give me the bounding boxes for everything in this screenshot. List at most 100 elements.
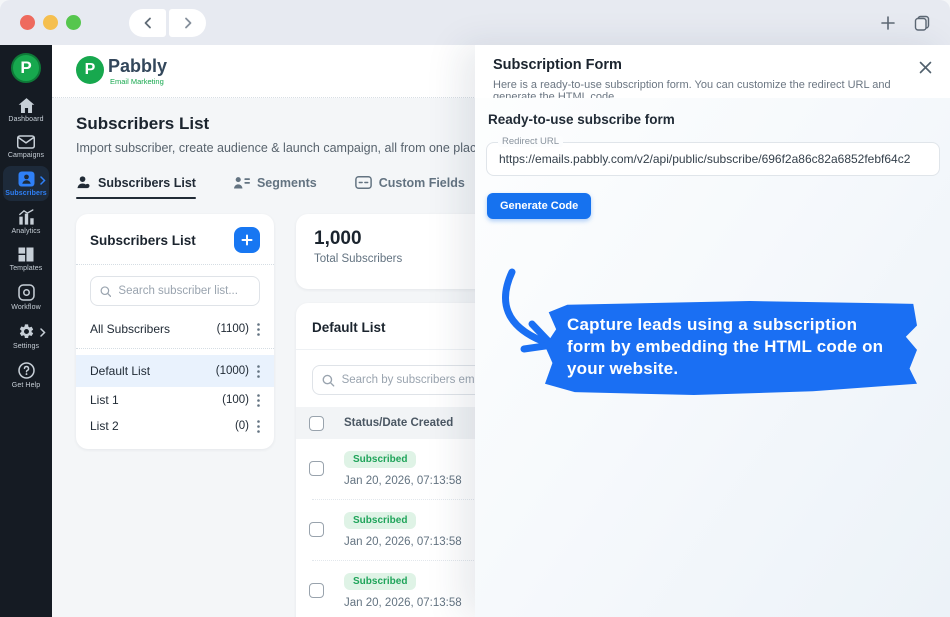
section-title: Ready-to-use subscribe form [488, 112, 940, 127]
row-checkbox[interactable] [309, 522, 324, 537]
browser-back-button[interactable] [129, 9, 166, 37]
tabs-stack-icon [913, 14, 931, 32]
subscriber-card-icon [18, 171, 35, 187]
person-icon [76, 175, 91, 190]
callout-banner: Capture leads using a subscription form … [545, 301, 917, 395]
list-item-default-list[interactable]: Default List (1000) [76, 355, 274, 387]
search-icon [100, 285, 111, 298]
list-item-name: List 1 [90, 393, 222, 407]
list-search [90, 276, 260, 306]
home-icon [18, 98, 35, 113]
sidebar-item-label: Templates [10, 265, 43, 272]
close-window-button[interactable] [20, 15, 35, 30]
tab-label: Segments [257, 176, 317, 190]
tab-label: Custom Fields [379, 176, 465, 190]
browser-forward-button[interactable] [169, 9, 206, 37]
list-item-name: List 2 [90, 419, 235, 433]
sidebar-item-label: Subscribers [5, 190, 47, 197]
subscribers-list-card: Subscribers List All Subscribers (110 [76, 214, 274, 449]
brand-name: Pabbly [108, 56, 167, 76]
sidebar-item-subscribers[interactable]: Subscribers [3, 166, 49, 201]
select-all-checkbox[interactable] [309, 416, 324, 431]
subscription-form-drawer: Subscription Form Here is a ready-to-use… [475, 45, 950, 617]
kebab-menu-icon[interactable] [257, 420, 260, 433]
brand-logo[interactable]: P Pabbly Email Marketing [76, 56, 167, 86]
browser-chrome [0, 0, 950, 45]
callout-text: your website. [567, 358, 897, 380]
callout-text: form by embedding the HTML code on [567, 336, 897, 358]
search-icon [322, 374, 335, 387]
redirect-url-label: Redirect URL [498, 136, 563, 147]
list-item-count: (1100) [217, 323, 249, 335]
page-description-text: Import subscriber, create audience & lau… [76, 141, 487, 155]
redirect-url-field[interactable]: Redirect URL https://emails.pabbly.com/v… [486, 142, 940, 176]
sidebar-item-analytics[interactable]: Analytics [3, 204, 49, 239]
date-created: Jan 20, 2026, 07:13:58 [344, 536, 469, 548]
list-item-name: Default List [90, 364, 216, 378]
row-checkbox[interactable] [309, 583, 324, 598]
segments-icon [234, 176, 250, 190]
lists-card-title: Subscribers List [90, 233, 196, 248]
column-status-date: Status/Date Created [344, 417, 469, 429]
chevron-left-icon [142, 17, 154, 29]
bar-chart-icon [18, 209, 35, 225]
date-created: Jan 20, 2026, 07:13:58 [344, 475, 469, 487]
kebab-menu-icon[interactable] [257, 323, 260, 336]
tab-label: Subscribers List [98, 176, 196, 190]
tab-segments[interactable]: Segments [234, 175, 317, 199]
close-drawer-button[interactable] [914, 56, 936, 78]
custom-fields-icon [355, 176, 372, 189]
sidebar-item-get-help[interactable]: Get Help [3, 357, 49, 393]
browser-window: P Dashboard Campaigns Subscribers Analyt… [0, 0, 950, 617]
sidebar-item-campaigns[interactable]: Campaigns [3, 130, 49, 163]
sidebar-item-label: Settings [13, 343, 39, 350]
list-item-count: (1000) [216, 365, 249, 377]
kebab-menu-icon[interactable] [257, 365, 260, 378]
help-icon [18, 362, 35, 379]
layout-grid-icon [18, 247, 34, 262]
add-list-button[interactable] [234, 227, 260, 253]
plus-icon [241, 234, 253, 246]
maximize-window-button[interactable] [66, 15, 81, 30]
list-item-list-2[interactable]: List 2 (0) [76, 413, 274, 439]
minimize-window-button[interactable] [43, 15, 58, 30]
plus-icon [880, 15, 896, 31]
sidebar-item-settings[interactable]: Settings [3, 318, 49, 354]
sidebar-item-label: Get Help [12, 382, 40, 389]
status-badge: Subscribed [344, 573, 416, 590]
status-badge: Subscribed [344, 451, 416, 468]
gear-icon [18, 323, 35, 340]
pabbly-logo-icon[interactable]: P [11, 53, 41, 83]
list-search-input[interactable] [118, 285, 250, 297]
traffic-lights [20, 15, 81, 30]
chevron-right-icon [40, 328, 46, 337]
row-checkbox[interactable] [309, 461, 324, 476]
brand-tagline: Email Marketing [110, 77, 167, 86]
workflow-icon [18, 284, 35, 301]
drawer-title: Subscription Form [493, 57, 932, 73]
sidebar: P Dashboard Campaigns Subscribers Analyt… [0, 45, 52, 617]
pabbly-logo-icon: P [76, 56, 104, 84]
sidebar-item-label: Dashboard [8, 116, 43, 123]
list-item-list-1[interactable]: List 1 (100) [76, 387, 274, 413]
close-icon [919, 61, 932, 74]
list-item-count: (0) [235, 420, 249, 432]
sidebar-item-label: Workflow [11, 304, 40, 311]
new-tab-button[interactable] [878, 13, 898, 33]
sidebar-item-label: Analytics [12, 228, 41, 235]
kebab-menu-icon[interactable] [257, 394, 260, 407]
envelope-icon [17, 135, 35, 149]
sidebar-item-workflow[interactable]: Workflow [3, 279, 49, 315]
redirect-url-value: https://emails.pabbly.com/v2/api/public/… [499, 152, 910, 166]
list-item-name: All Subscribers [90, 322, 217, 336]
sidebar-item-dashboard[interactable]: Dashboard [3, 93, 49, 127]
date-created: Jan 20, 2026, 07:13:58 [344, 597, 469, 609]
sidebar-item-label: Campaigns [8, 152, 44, 159]
tab-overview-button[interactable] [912, 13, 932, 33]
sidebar-item-templates[interactable]: Templates [3, 242, 49, 276]
generate-code-button[interactable]: Generate Code [487, 193, 591, 219]
list-item-all-subscribers[interactable]: All Subscribers (1100) [76, 316, 274, 342]
tab-subscribers-list[interactable]: Subscribers List [76, 175, 196, 199]
tab-custom-fields[interactable]: Custom Fields [355, 175, 465, 199]
chevron-right-icon [182, 17, 194, 29]
